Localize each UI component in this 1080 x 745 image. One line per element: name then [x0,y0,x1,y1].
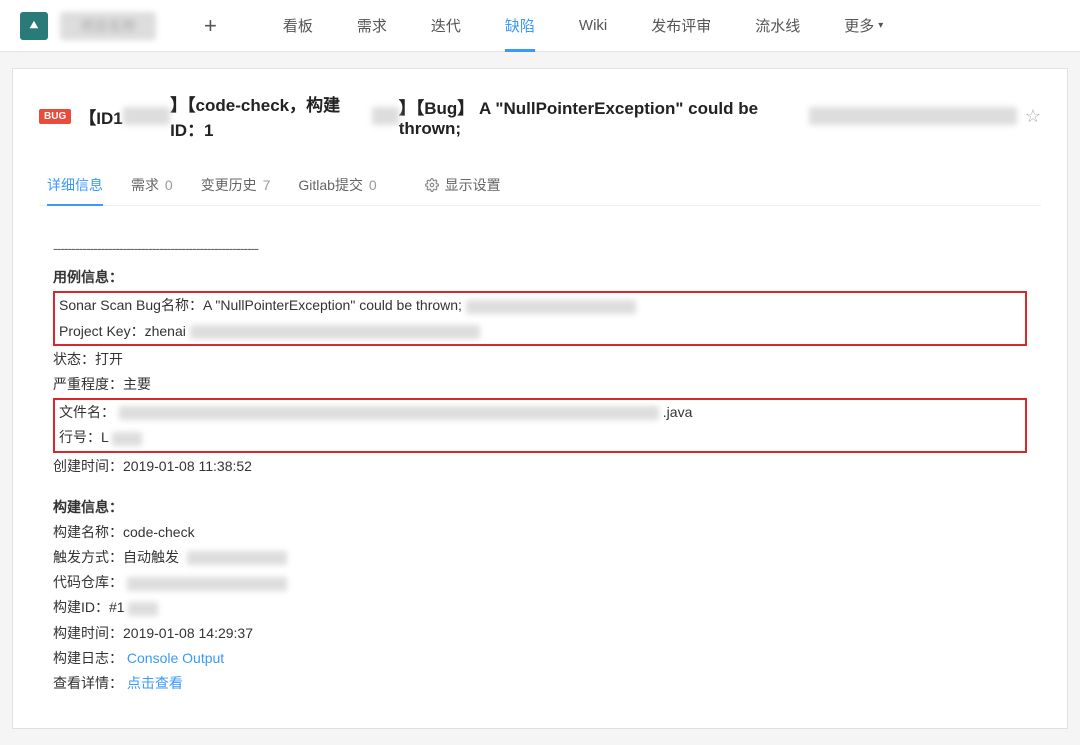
nav-release-review[interactable]: 发布评审 [633,0,729,52]
repo-blur [127,577,287,591]
tab-history[interactable]: 变更历史 7 [201,165,271,205]
console-output-link[interactable]: Console Output [127,650,224,666]
star-icon[interactable]: ☆ [1025,106,1041,127]
tab-detail-label: 详细信息 [47,177,103,193]
main-card: BUG 【ID1 】【code-check，构建ID：1 】【Bug】 A "N… [12,68,1068,729]
filename-blur [119,406,659,420]
build-id-blur [128,602,158,616]
sonar-bug-blur [466,300,636,314]
build-name-line: 构建名称：code-check [53,520,1027,545]
highlight-box-1: Sonar Scan Bug名称：A "NullPointerException… [53,291,1027,345]
view-detail-line: 查看详情： 点击查看 [53,671,1027,696]
title-part-3: 】【Bug】 A "NullPointerException" could be… [399,94,803,139]
nav-more[interactable]: 更多 [826,0,901,52]
tab-history-label: 变更历史 [201,177,257,193]
title-row: BUG 【ID1 】【code-check，构建ID：1 】【Bug】 A "N… [39,91,1041,141]
topbar: ⛰ 项目名称 + 看板 需求 迭代 缺陷 Wiki 发布评审 流水线 更多 [0,0,1080,52]
tab-detail[interactable]: 详细信息 [47,165,103,205]
sonar-bug-line: Sonar Scan Bug名称：A "NullPointerException… [59,293,1021,318]
project-key-blur [190,325,480,339]
build-id-line: 构建ID：#1 [53,595,1027,620]
tab-req-count: 0 [165,177,173,193]
title-part-2: 】【code-check，构建ID：1 [170,91,372,141]
filename-line: 文件名： .java [59,400,1021,425]
create-time-line: 创建时间：2019-01-08 11:38:52 [53,454,1027,479]
display-settings[interactable]: 显示设置 [425,165,501,205]
tab-history-count: 7 [263,177,271,193]
line-label: 行号：L [59,429,108,445]
filename-ext: .java [663,404,693,420]
logo-glyph: ⛰ [30,20,38,31]
line-blur [112,432,142,446]
add-icon[interactable]: + [194,13,227,39]
repo-label: 代码仓库： [53,574,123,590]
build-time-line: 构建时间：2019-01-08 14:29:37 [53,621,1027,646]
build-id-label: 构建ID：#1 [53,599,125,615]
project-key-line: Project Key：zhenai [59,319,1021,344]
tab-gitlab[interactable]: Gitlab提交 0 [298,165,376,205]
nav-wiki[interactable]: Wiki [561,0,625,52]
tab-gitlab-label: Gitlab提交 [298,177,363,193]
nav-kanban[interactable]: 看板 [265,0,331,52]
title-part-1: 【ID1 [79,104,122,129]
trigger-line: 触发方式：自动触发 [53,545,1027,570]
build-log-label: 构建日志： [53,650,123,666]
nav-pipeline[interactable]: 流水线 [737,0,818,52]
nav-iterations[interactable]: 迭代 [413,0,479,52]
trigger-blur [187,551,287,565]
app-logo[interactable]: ⛰ [20,12,48,40]
trigger-label: 触发方式：自动触发 [53,549,179,565]
project-name-blurred: 项目名称 [60,12,156,40]
severity-line: 严重程度：主要 [53,372,1027,397]
bug-badge: BUG [39,109,71,124]
separator-line: ----------------------------------------… [53,236,1027,261]
title-blur-3 [809,107,1017,125]
tab-requirements[interactable]: 需求 0 [131,165,173,205]
repo-line: 代码仓库： [53,570,1027,595]
sonar-bug-label: Sonar Scan Bug名称：A "NullPointerException… [59,297,466,313]
issue-title: 【ID1 】【code-check，构建ID：1 】【Bug】 A "NullP… [79,91,1017,141]
view-detail-link[interactable]: 点击查看 [127,675,183,691]
gear-icon [425,178,439,192]
project-key-label: Project Key：zhenai [59,323,190,339]
display-settings-label: 显示设置 [445,175,501,195]
content-body: ----------------------------------------… [39,226,1041,706]
nav-requirements[interactable]: 需求 [339,0,405,52]
usecase-section-title: 用例信息： [53,265,1027,290]
view-detail-label: 查看详情： [53,675,123,691]
tab-req-label: 需求 [131,177,159,193]
highlight-box-2: 文件名： .java 行号：L [53,398,1027,452]
build-section-title: 构建信息： [53,495,1027,520]
title-blur-1 [123,107,170,125]
line-number-line: 行号：L [59,425,1021,450]
nav-defects[interactable]: 缺陷 [487,0,553,52]
filename-label: 文件名： [59,404,115,420]
tab-gitlab-count: 0 [369,177,377,193]
title-blur-2 [372,107,399,125]
build-log-line: 构建日志： Console Output [53,646,1027,671]
status-line: 状态：打开 [53,347,1027,372]
detail-tabs: 详细信息 需求 0 变更历史 7 Gitlab提交 0 显示设置 [39,165,1041,206]
